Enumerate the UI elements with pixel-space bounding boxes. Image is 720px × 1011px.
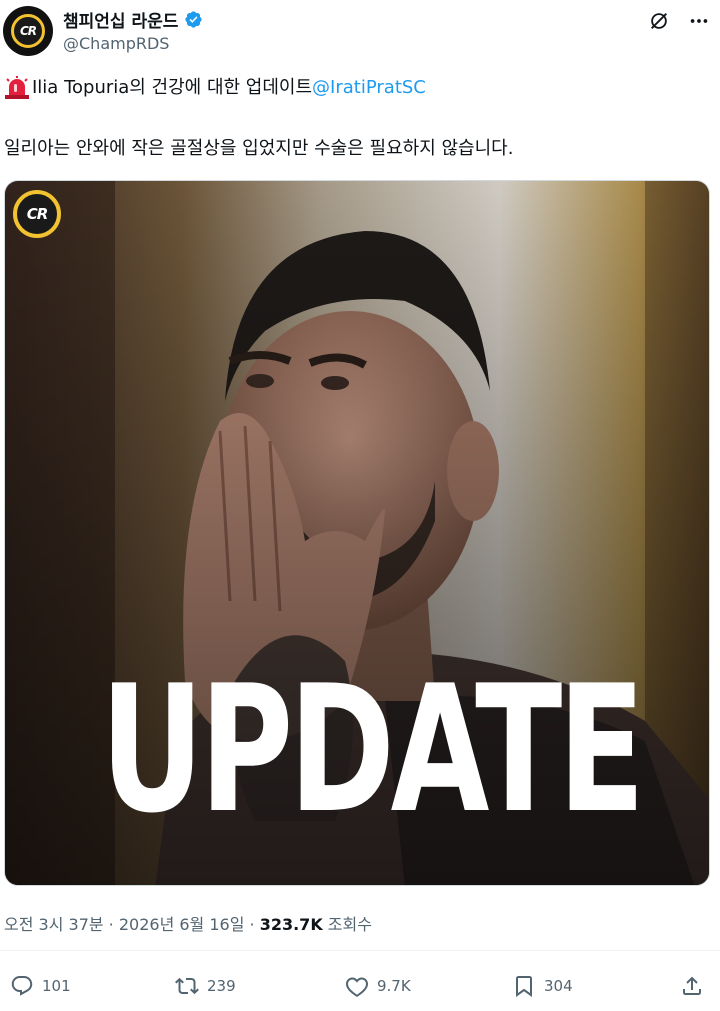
tweet-meta: 오전 3시 37분 · 2026년 6월 16일 · 323.7K 조회수 [4,911,372,935]
media-logo-text: CR [26,205,49,223]
repost-button[interactable]: 239 [175,974,236,998]
siren-emoji-icon [5,76,29,99]
repost-icon [175,977,199,995]
bookmark-count: 304 [544,977,573,995]
like-count: 9.7K [377,977,411,995]
tweet-text-line-2: 일리아는 안와에 작은 골절상을 입었지만 수술은 필요하지 않습니다. [4,138,514,159]
tweet-media-image[interactable]: CR UPDATE [4,180,710,886]
like-button[interactable]: 9.7K [345,974,411,998]
reply-count: 101 [42,977,71,995]
reply-icon [11,976,33,996]
reply-button[interactable]: 101 [10,974,71,998]
share-button[interactable] [680,974,704,998]
divider-top [0,950,720,951]
mention-link[interactable]: @IratiPratSC [312,76,426,100]
avatar-logo-text: CR [19,24,37,38]
avatar[interactable]: CR [3,6,53,56]
repost-count: 239 [207,977,236,995]
views-count: 323.7K [259,915,323,934]
action-bar: 101 239 9.7K 304 [0,962,720,1010]
more-icon[interactable] [688,10,710,32]
media-logo-badge: CR [13,190,61,238]
tweet-header: CR 챔피언십 라운드 @ChampRDS [0,0,720,66]
like-icon [346,977,368,997]
handle[interactable]: @ChampRDS [63,34,169,53]
bookmark-icon [516,976,532,997]
name-row: 챔피언십 라운드 [63,7,203,32]
grok-icon[interactable] [648,10,670,32]
share-icon [683,976,701,995]
timestamp[interactable]: 오전 3시 37분 · 2026년 6월 16일 · [4,915,260,934]
tweet-line-1-text: Ilia Topuria의 건강에 대한 업데이트 [32,77,313,98]
display-name[interactable]: 챔피언십 라운드 [63,7,178,32]
media-overlay-text: UPDATE [100,649,645,852]
tweet-text-line-1: Ilia Topuria의 건강에 대한 업데이트 @IratiPratSC [4,76,709,100]
avatar-ring: CR [11,14,45,48]
views-label: 조회수 [322,915,372,934]
verified-badge-icon [185,11,203,28]
top-actions [648,10,710,32]
bookmark-button[interactable]: 304 [512,974,573,998]
